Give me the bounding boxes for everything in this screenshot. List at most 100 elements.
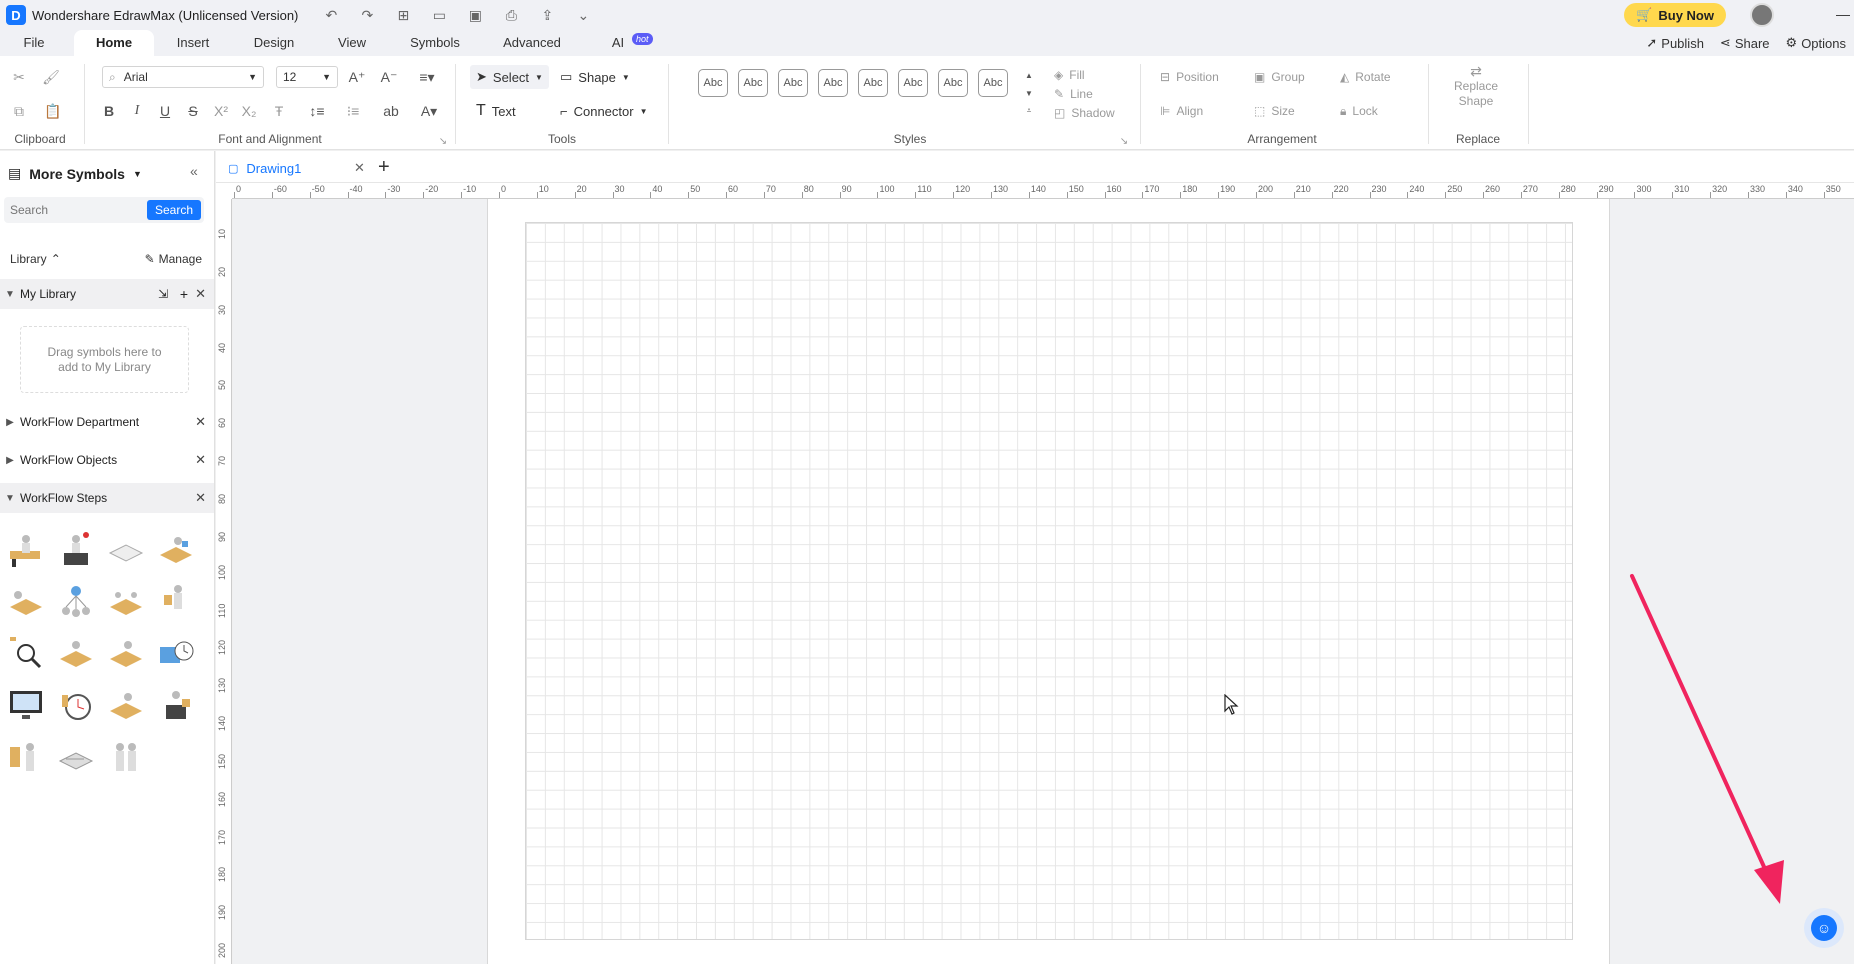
close-icon[interactable]: ✕: [195, 490, 206, 506]
minimize-icon[interactable]: —: [1836, 6, 1850, 22]
style-swatch[interactable]: Abc: [898, 69, 928, 97]
tab-insert[interactable]: Insert: [172, 30, 214, 56]
team-network-symbol[interactable]: [56, 581, 96, 621]
horizontal-ruler[interactable]: 0 -60 -50 -40 -30 -20 -10 0 10 20 30 40 50 60 70 80 90 10…: [232, 183, 1854, 199]
section-workflow-objects[interactable]: ▶ WorkFlow Objects ✕: [0, 445, 214, 475]
redo-icon[interactable]: ↷: [356, 7, 378, 24]
stopwatch-symbol[interactable]: [56, 685, 96, 725]
highlight-icon[interactable]: ab: [376, 100, 406, 122]
tab-symbols[interactable]: Symbols: [410, 30, 460, 56]
tab-home[interactable]: Home: [74, 30, 154, 56]
text-tool[interactable]: T Text: [476, 99, 516, 123]
magnifier-analysis-symbol[interactable]: [6, 633, 46, 673]
library-toggle[interactable]: Library ⌃: [10, 252, 61, 266]
size-button[interactable]: ⬚ Size: [1254, 100, 1295, 122]
export-icon[interactable]: ⇪: [536, 7, 558, 24]
person-with-question-symbol[interactable]: [56, 529, 96, 569]
line-spacing-icon[interactable]: ↕≡: [302, 100, 332, 122]
more-symbols-header[interactable]: ▤ More Symbols ▼: [8, 165, 142, 182]
add-icon[interactable]: +: [180, 286, 188, 302]
rotate-button[interactable]: ◭ Rotate: [1340, 66, 1391, 88]
desk-review-symbol[interactable]: [106, 633, 146, 673]
cut-icon[interactable]: ✂: [8, 66, 30, 88]
page-grid[interactable]: [525, 222, 1573, 940]
style-swatch[interactable]: Abc: [858, 69, 888, 97]
collapse-panel-icon[interactable]: «: [190, 163, 198, 179]
underline-icon[interactable]: U: [154, 100, 176, 122]
section-my-library[interactable]: ▼ My Library ⇲ + ✕: [0, 279, 214, 309]
tab-view[interactable]: View: [336, 30, 368, 56]
connector-tool[interactable]: ⌐ Connector ▼: [560, 99, 648, 123]
superscript-icon[interactable]: X²: [210, 100, 232, 122]
user-avatar[interactable]: [1750, 3, 1774, 27]
import-icon[interactable]: ⇲: [158, 287, 168, 301]
group-button[interactable]: ▣ Group: [1254, 66, 1305, 88]
section-workflow-department[interactable]: ▶ WorkFlow Department ✕: [0, 407, 214, 437]
publish-button[interactable]: ➚ Publish: [1646, 35, 1704, 51]
style-swatch[interactable]: Abc: [978, 69, 1008, 97]
shadow-button[interactable]: ◰ Shadow: [1054, 102, 1115, 124]
close-icon[interactable]: ✕: [195, 414, 206, 430]
vertical-ruler[interactable]: 10 20 30 40 50 60 70 80 90 100 110 120 130 140 150 160 1…: [216, 199, 232, 964]
customize-dropdown-icon[interactable]: ⌄: [572, 7, 594, 24]
meeting-symbol[interactable]: [106, 581, 146, 621]
dialog-launcher-icon[interactable]: ↘: [432, 130, 454, 152]
style-swatch[interactable]: Abc: [738, 69, 768, 97]
monitor-display-symbol[interactable]: [6, 685, 46, 725]
paste-icon[interactable]: 📋: [42, 100, 64, 122]
text-case-icon[interactable]: Ŧ: [268, 100, 290, 122]
documents-symbol[interactable]: [106, 529, 146, 569]
increase-font-icon[interactable]: A⁺: [346, 66, 368, 88]
person-at-chair-symbol[interactable]: [156, 685, 196, 725]
italic-icon[interactable]: I: [126, 100, 148, 122]
desk-workstation-symbol[interactable]: [156, 529, 196, 569]
desk-writing-symbol[interactable]: [106, 685, 146, 725]
person-with-folder-symbol[interactable]: [6, 737, 46, 777]
shape-tool[interactable]: ▭ Shape ▼: [560, 65, 630, 89]
new-file-icon[interactable]: ⊞: [392, 7, 414, 24]
tab-file[interactable]: File: [14, 30, 54, 56]
search-button[interactable]: Search: [146, 200, 201, 220]
font-color-icon[interactable]: A▾: [414, 100, 444, 122]
schedule-clock-symbol[interactable]: [156, 633, 196, 673]
my-library-drop-zone[interactable]: Drag symbols here to add to My Library: [20, 326, 189, 393]
select-tool[interactable]: ➤ Select ▼: [470, 65, 549, 89]
bold-icon[interactable]: B: [98, 100, 120, 122]
tab-design[interactable]: Design: [250, 30, 298, 56]
style-swatch[interactable]: Abc: [938, 69, 968, 97]
decrease-font-icon[interactable]: A⁻: [378, 66, 400, 88]
two-people-symbol[interactable]: [106, 737, 146, 777]
style-swatch[interactable]: Abc: [698, 69, 728, 97]
add-tab-icon[interactable]: +: [378, 156, 390, 179]
print-icon[interactable]: ⎙: [500, 7, 522, 24]
close-icon[interactable]: ✕: [195, 452, 206, 468]
gallery-expand-icon[interactable]: ⩡: [1018, 100, 1040, 122]
strikethrough-icon[interactable]: S: [182, 100, 204, 122]
align-button[interactable]: ⊫ Align: [1160, 100, 1203, 122]
position-button[interactable]: ⊟ Position: [1160, 66, 1219, 88]
presenter-symbol[interactable]: [156, 581, 196, 621]
bullets-icon[interactable]: ⁝≡: [338, 100, 368, 122]
close-icon[interactable]: ✕: [195, 286, 206, 302]
tab-ai[interactable]: AI hot: [608, 30, 653, 56]
person-at-desk-symbol[interactable]: [6, 529, 46, 569]
buy-now-button[interactable]: 🛒 Buy Now: [1624, 3, 1726, 27]
tab-advanced[interactable]: Advanced: [502, 30, 562, 56]
dialog-launcher-icon[interactable]: ↘: [1113, 130, 1135, 152]
save-icon[interactable]: ▣: [464, 7, 486, 24]
search-input[interactable]: [10, 201, 140, 219]
copy-icon[interactable]: ⧉: [8, 100, 30, 122]
person-working-symbol[interactable]: [6, 581, 46, 621]
undo-icon[interactable]: ↶: [320, 7, 342, 24]
open-folder-icon[interactable]: ▭: [428, 7, 450, 24]
file-stack-symbol[interactable]: [56, 737, 96, 777]
ai-chat-assistant-button[interactable]: ☺: [1804, 908, 1844, 948]
manage-button[interactable]: ✎ Manage: [145, 252, 202, 266]
style-swatch[interactable]: Abc: [778, 69, 808, 97]
document-tab[interactable]: ▢ Drawing1: [228, 156, 301, 180]
replace-shape-button[interactable]: ⇄ Replace Shape: [1446, 64, 1506, 109]
align-dropdown-icon[interactable]: ≡▾: [412, 66, 442, 88]
close-tab-icon[interactable]: ✕: [354, 160, 365, 176]
format-painter-icon[interactable]: 🖌: [40, 66, 62, 88]
font-family-select[interactable]: ⌕ Arial ▼: [102, 66, 264, 88]
